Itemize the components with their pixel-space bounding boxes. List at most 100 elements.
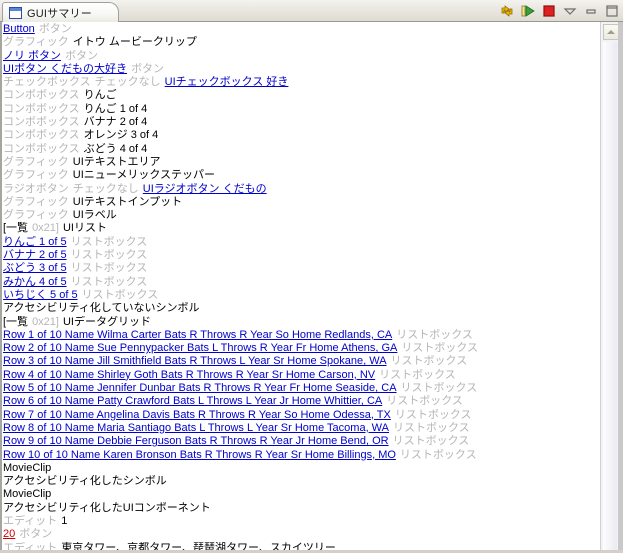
list-item-label: コンボボックス — [3, 142, 80, 155]
list-item-label: リストボックス — [399, 448, 477, 461]
list-item-link[interactable]: いちじく 5 of 5 — [3, 289, 78, 301]
gui-summary-window: GUIサマリー Button ボタン グラフィック イトウ ムービークリップ ノ… — [0, 0, 623, 553]
list-item[interactable]: UIボタン くだもの大好き ボタン — [3, 63, 600, 76]
maximize-icon[interactable] — [604, 3, 620, 19]
list-item[interactable]: いちじく 5 of 5 リストボックス — [3, 289, 600, 302]
list-item-label: UIテキストインプット — [72, 195, 183, 208]
list-item[interactable]: バナナ 2 of 5 リストボックス — [3, 249, 600, 262]
tab-gui-summary[interactable]: GUIサマリー — [2, 2, 119, 22]
content-area: Button ボタン グラフィック イトウ ムービークリップ ノリ ボタン ボタン UIボタ… — [0, 22, 623, 553]
list-item-link[interactable]: Button — [3, 23, 35, 35]
gui-summary-list[interactable]: Button ボタン グラフィック イトウ ムービークリップ ノリ ボタン ボタン UIボタ… — [2, 22, 600, 553]
run-icon[interactable] — [520, 3, 536, 19]
list-item[interactable]: コンボボックス オレンジ 3 of 4 — [3, 129, 600, 142]
list-item-label: エディット — [3, 514, 58, 527]
list-item[interactable]: チェックボックス チェックなし UIチェックボックス 好き — [3, 76, 600, 89]
view-menu-icon[interactable] — [562, 3, 578, 19]
list-item-link[interactable]: Row 5 of 10 Name Jennifer Dunbar Bats R … — [3, 382, 397, 394]
list-item[interactable]: りんご 1 of 5 リストボックス — [3, 236, 600, 249]
list-item-label: 0x21] — [32, 315, 59, 328]
list-item-label: リストボックス — [393, 421, 470, 434]
list-item[interactable]: Row 9 of 10 Name Debbie Ferguson Bats R … — [3, 435, 600, 448]
list-item-link[interactable]: Row 10 of 10 Name Karen Bronson Bats R T… — [3, 449, 396, 461]
list-item-link[interactable]: UIボタン くだもの大好き — [3, 63, 127, 75]
sync-icon[interactable] — [499, 3, 515, 19]
list-item-label: リストボックス — [401, 342, 479, 355]
list-item[interactable]: コンボボックス りんご — [3, 89, 600, 102]
list-item[interactable]: ぶどう 3 of 5 リストボックス — [3, 262, 600, 275]
list-item[interactable]: コンボボックス ぶどう 4 of 4 — [3, 143, 600, 156]
list-item[interactable]: ノリ ボタン ボタン — [3, 50, 600, 63]
list-item-label: リストボックス — [400, 382, 478, 395]
list-item-label: イトウ ムービークリップ — [72, 36, 197, 49]
list-item[interactable]: Row 6 of 10 Name Patty Crawford Bats L T… — [3, 395, 600, 408]
scrollbar-track[interactable] — [603, 42, 617, 553]
list-item[interactable]: グラフィック UIラベル — [3, 209, 600, 222]
list-item-label: ボタン — [131, 62, 165, 75]
list-item[interactable]: Row 7 of 10 Name Angelina Davis Bats R T… — [3, 409, 600, 422]
list-item[interactable]: MovieClip — [3, 462, 600, 475]
list-item-link[interactable]: 20 — [3, 528, 15, 540]
list-item[interactable]: Row 10 of 10 Name Karen Bronson Bats R T… — [3, 449, 600, 462]
list-item-link[interactable]: Row 6 of 10 Name Patty Crawford Bats L T… — [3, 395, 382, 407]
scroll-up-arrow-icon[interactable] — [603, 24, 619, 40]
stop-icon[interactable] — [541, 3, 557, 19]
list-item-label: ボタン — [65, 49, 99, 62]
list-item[interactable]: [一覧 0x21] UIデータグリッド — [3, 316, 600, 329]
list-item-label: アクセシビリティ化したシンボル — [3, 475, 167, 488]
list-item-link[interactable]: みかん 4 of 5 — [3, 276, 67, 288]
list-item-label: グラフィック — [3, 169, 69, 182]
vertical-scrollbar[interactable] — [600, 22, 623, 553]
list-item[interactable]: エディット 1 — [3, 515, 600, 528]
tab-label: GUIサマリー — [27, 7, 92, 20]
list-item-label: リストボックス — [394, 408, 472, 421]
list-item-link[interactable]: ぶどう 3 of 5 — [3, 262, 67, 274]
list-item-link[interactable]: Row 1 of 10 Name Wilma Carter Bats R Thr… — [3, 329, 392, 341]
list-item-label: 0x21] — [32, 222, 59, 235]
list-item[interactable]: グラフィック UIテキストエリア — [3, 156, 600, 169]
list-item-link[interactable]: バナナ 2 of 5 — [3, 249, 67, 261]
list-item-label: UIラベル — [72, 209, 117, 222]
list-item[interactable]: 20 ボタン — [3, 528, 600, 541]
list-item-label: リストボックス — [81, 288, 159, 301]
list-item-link[interactable]: Row 3 of 10 Name Jill Smithfield Bats R … — [3, 355, 387, 367]
list-item-label: オレンジ 3 of 4 — [83, 129, 159, 142]
list-item-link[interactable]: りんご 1 of 5 — [3, 236, 67, 248]
list-item-label: コンボボックス — [3, 129, 80, 142]
list-item-link[interactable]: UIチェックボックス 好き — [165, 76, 289, 88]
list-item-label: アクセシビリティ化したUIコンポーネント — [3, 501, 211, 514]
minimize-icon[interactable] — [583, 3, 599, 19]
list-item[interactable]: MovieClip — [3, 488, 600, 501]
list-item[interactable]: グラフィック UIニューメリックステッパー — [3, 169, 600, 182]
list-item[interactable]: みかん 4 of 5 リストボックス — [3, 276, 600, 289]
list-item[interactable]: Row 4 of 10 Name Shirley Goth Bats R Thr… — [3, 369, 600, 382]
list-item-label: UIテキストエリア — [72, 155, 161, 168]
list-item[interactable]: グラフィック イトウ ムービークリップ — [3, 36, 600, 49]
list-item[interactable]: アクセシビリティ化していないシンボル — [3, 302, 600, 315]
list-item[interactable]: Button ボタン — [3, 23, 600, 36]
list-item[interactable]: Row 3 of 10 Name Jill Smithfield Bats R … — [3, 355, 600, 368]
list-item[interactable]: コンボボックス バナナ 2 of 4 — [3, 116, 600, 129]
list-item-link[interactable]: ノリ ボタン — [3, 50, 61, 62]
list-item[interactable]: [一覧 0x21] UIリスト — [3, 222, 600, 235]
list-item-label: ぶどう 4 of 4 — [83, 142, 148, 155]
list-item-label: チェックなし — [72, 182, 139, 195]
list-item-link[interactable]: Row 7 of 10 Name Angelina Davis Bats R T… — [3, 409, 391, 421]
list-item[interactable]: Row 5 of 10 Name Jennifer Dunbar Bats R … — [3, 382, 600, 395]
list-item-link[interactable]: Row 8 of 10 Name Maria Santiago Bats L T… — [3, 422, 389, 434]
list-item[interactable]: グラフィック UIテキストインプット — [3, 196, 600, 209]
list-item[interactable]: アクセシビリティ化したUIコンポーネント — [3, 502, 600, 515]
list-item-label: グラフィック — [3, 36, 69, 49]
list-item[interactable]: アクセシビリティ化したシンボル — [3, 475, 600, 488]
list-item-link[interactable]: Row 4 of 10 Name Shirley Goth Bats R Thr… — [3, 369, 375, 381]
list-item[interactable]: ラジオボタン チェックなし UIラジオボタン くだもの — [3, 183, 600, 196]
list-item[interactable]: Row 1 of 10 Name Wilma Carter Bats R Thr… — [3, 329, 600, 342]
list-item[interactable]: Row 8 of 10 Name Maria Santiago Bats L T… — [3, 422, 600, 435]
list-item-label: ボタン — [38, 23, 72, 35]
list-item-link[interactable]: UIラジオボタン くだもの — [143, 183, 267, 195]
list-item-link[interactable]: Row 2 of 10 Name Sue Pennypacker Bats L … — [3, 342, 397, 354]
list-item[interactable]: コンボボックス りんご 1 of 4 — [3, 103, 600, 116]
list-item-link[interactable]: Row 9 of 10 Name Debbie Ferguson Bats R … — [3, 435, 389, 447]
list-item-label: バナナ 2 of 4 — [83, 116, 148, 129]
list-item[interactable]: Row 2 of 10 Name Sue Pennypacker Bats L … — [3, 342, 600, 355]
